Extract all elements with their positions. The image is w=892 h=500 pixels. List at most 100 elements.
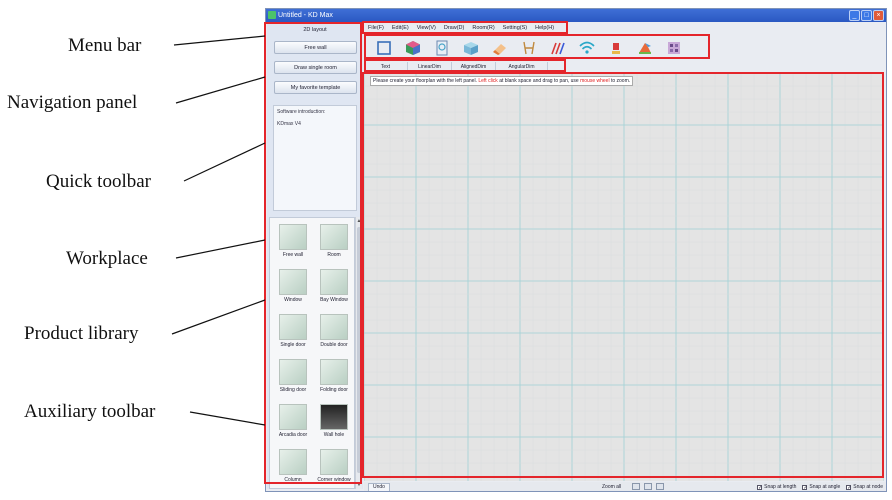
snap-angle-label: Snap at angle bbox=[809, 484, 841, 490]
snap-angle-checkbox[interactable]: ✓ bbox=[802, 484, 808, 490]
snap-length-option[interactable]: ✓ Snap at length bbox=[757, 482, 796, 491]
library-item-label: Window bbox=[284, 297, 302, 303]
zoom-all-button[interactable]: Zoom all bbox=[602, 482, 621, 491]
snap-node-label: Snap at node bbox=[853, 484, 883, 490]
cube-icon[interactable] bbox=[403, 39, 423, 57]
canvas-grid bbox=[364, 73, 884, 481]
grid-icon[interactable] bbox=[664, 39, 684, 57]
intro-title: Software introduction: bbox=[277, 109, 326, 115]
zoom-window-icon[interactable] bbox=[632, 483, 640, 490]
menu-item-3[interactable]: Draw(D) bbox=[444, 23, 464, 33]
library-item-thumbnail bbox=[320, 314, 348, 340]
library-item-thumbnail bbox=[279, 269, 307, 295]
window-title: Untitled - KD Max bbox=[278, 12, 333, 19]
close-icon[interactable]: × bbox=[873, 10, 884, 21]
hint-prefix: Please create your floorplan with the le… bbox=[373, 78, 477, 84]
library-item-thumbnail bbox=[279, 449, 307, 475]
refresh-icon[interactable] bbox=[656, 483, 664, 490]
library-item-thumbnail bbox=[320, 359, 348, 385]
snap-angle-option[interactable]: ✓ Snap at angle bbox=[802, 482, 841, 491]
library-item[interactable]: Window bbox=[274, 266, 312, 312]
undo-button[interactable]: Undo bbox=[368, 483, 390, 491]
library-item[interactable]: Single door bbox=[274, 311, 312, 357]
menu-bar: File(F) Edit(E) View(V) Draw(D) Room(R) Setti… bbox=[364, 23, 574, 33]
app-icon bbox=[268, 11, 276, 19]
library-item-label: Wall hole bbox=[323, 432, 345, 438]
hint-middle: at blank space and drag to pan, use bbox=[499, 78, 579, 84]
minimize-icon[interactable]: _ bbox=[849, 10, 860, 21]
menu-item-2[interactable]: View(V) bbox=[417, 23, 436, 33]
room-outline-icon[interactable] bbox=[374, 39, 394, 57]
pencil-icon[interactable] bbox=[548, 39, 568, 57]
software-introduction: Software introduction: KDmax V4 bbox=[273, 105, 357, 211]
library-item-label: Free wall bbox=[282, 252, 304, 258]
library-item-label: Sliding door bbox=[279, 387, 307, 393]
status-bar: Undo Zoom all ✓ Snap at length ✓ Snap at a… bbox=[364, 482, 886, 491]
library-item[interactable]: Room bbox=[315, 221, 353, 267]
library-item[interactable]: Double door bbox=[315, 311, 353, 357]
intro-text: KDmax V4 bbox=[277, 121, 301, 127]
scroll-up-icon[interactable]: ▲ bbox=[356, 218, 362, 224]
quick-toolbar bbox=[370, 36, 706, 60]
library-scrollbar[interactable]: ▲ ▼ bbox=[355, 217, 362, 489]
menu-item-6[interactable]: Help(H) bbox=[535, 23, 554, 33]
hint-mouse-wheel: mouse wheel bbox=[580, 78, 610, 84]
library-item-thumbnail bbox=[279, 224, 307, 250]
label-auxiliary-toolbar: Auxiliary toolbar bbox=[24, 401, 156, 422]
document-icon[interactable] bbox=[432, 39, 452, 57]
library-item[interactable]: Free wall bbox=[274, 221, 312, 267]
product-library: Free wall Room Window Bay Window Single door… bbox=[269, 217, 355, 489]
wifi-icon[interactable] bbox=[577, 39, 597, 57]
label-product-library: Product library bbox=[24, 323, 139, 344]
label-quick-toolbar: Quick toolbar bbox=[46, 171, 152, 192]
hint-left-click: Left click bbox=[478, 78, 498, 84]
nav-title: 2D layout bbox=[303, 27, 327, 33]
title-bar: Untitled - KD Max _ □ × bbox=[266, 9, 886, 22]
menu-item-5[interactable]: Setting(S) bbox=[503, 23, 527, 33]
library-item-label: Column bbox=[284, 477, 302, 483]
box-icon[interactable] bbox=[461, 39, 481, 57]
library-item[interactable]: Folding door bbox=[315, 356, 353, 402]
draw-single-room-button[interactable]: Draw single room bbox=[274, 61, 357, 74]
menu-item-1[interactable]: Edit(E) bbox=[392, 23, 409, 33]
favorite-template-button[interactable]: My favorite template bbox=[274, 81, 357, 94]
text-tool-button[interactable]: Text bbox=[364, 62, 408, 73]
scroll-down-icon[interactable]: ▼ bbox=[356, 482, 362, 488]
lamp-icon[interactable] bbox=[606, 39, 626, 57]
snap-node-option[interactable]: ✓ Snap at node bbox=[846, 482, 883, 491]
library-item-label: Folding door bbox=[320, 387, 348, 393]
scroll-thumb[interactable] bbox=[357, 227, 361, 473]
workplace-canvas[interactable] bbox=[364, 73, 884, 481]
label-menu-bar: Menu bar bbox=[68, 35, 142, 56]
label-workplace: Workplace bbox=[66, 248, 148, 269]
library-item-label: Double door bbox=[320, 342, 348, 348]
library-item-thumbnail bbox=[320, 449, 348, 475]
maximize-icon[interactable]: □ bbox=[861, 10, 872, 21]
aligned-dim-button[interactable]: AlignedDim bbox=[452, 62, 496, 73]
eraser-icon[interactable] bbox=[490, 39, 510, 57]
paint-icon[interactable] bbox=[635, 39, 655, 57]
chair-icon[interactable] bbox=[519, 39, 539, 57]
free-wall-button[interactable]: Free wall bbox=[274, 41, 357, 54]
snap-length-checkbox[interactable]: ✓ bbox=[757, 484, 762, 490]
linear-dim-button[interactable]: LinearDim bbox=[408, 62, 452, 73]
library-item-thumbnail bbox=[279, 314, 307, 340]
library-item-thumbnail bbox=[320, 224, 348, 250]
library-item[interactable]: Bay Window bbox=[315, 266, 353, 312]
snap-node-checkbox[interactable]: ✓ bbox=[846, 484, 851, 490]
menu-item-0[interactable]: File(F) bbox=[368, 23, 384, 33]
library-item-thumbnail bbox=[320, 269, 348, 295]
library-item[interactable]: Wall hole bbox=[315, 401, 353, 447]
library-item-label: Single door bbox=[280, 342, 306, 348]
library-item[interactable]: Column bbox=[274, 446, 312, 491]
navigation-panel: 2D layout Free wall Draw single room My … bbox=[267, 23, 363, 489]
menu-item-4[interactable]: Room(R) bbox=[472, 23, 494, 33]
label-navigation-panel: Navigation panel bbox=[7, 92, 138, 113]
pan-icon[interactable] bbox=[644, 483, 652, 490]
angular-dim-button[interactable]: AngularDim bbox=[496, 62, 548, 73]
library-item[interactable]: Arcadia door bbox=[274, 401, 312, 447]
library-item[interactable]: Sliding door bbox=[274, 356, 312, 402]
library-item[interactable]: Corner window bbox=[315, 446, 353, 491]
app-window: Untitled - KD Max _ □ × 2D layout Free w… bbox=[265, 8, 887, 492]
library-item-thumbnail bbox=[279, 404, 307, 430]
